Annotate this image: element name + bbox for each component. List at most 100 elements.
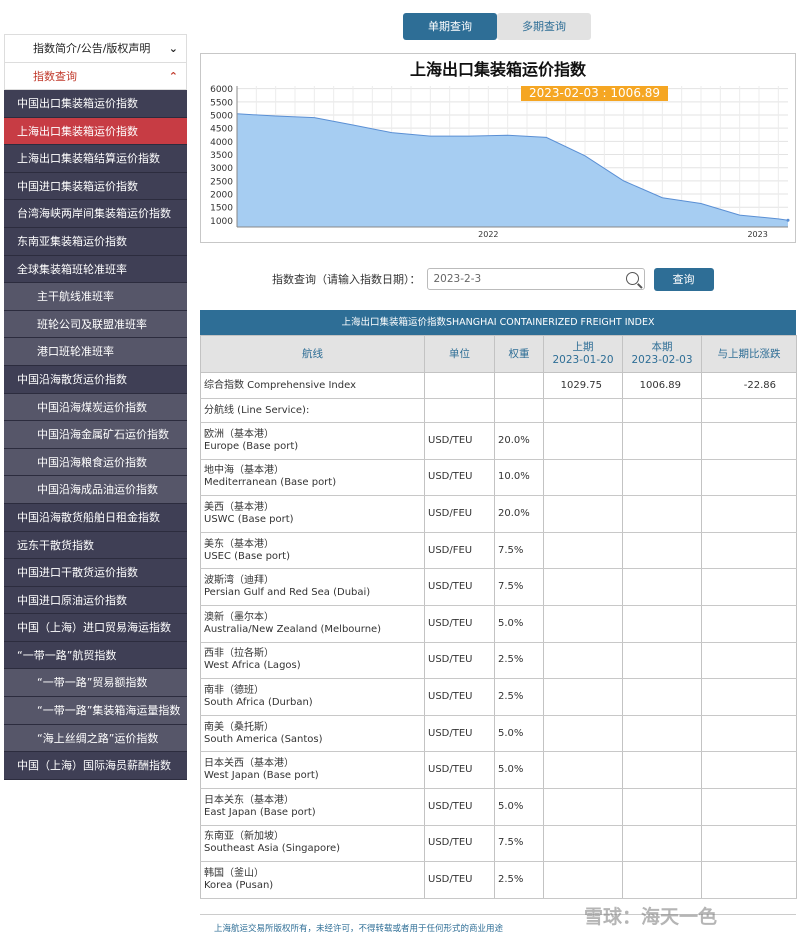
empty-cell	[622, 495, 702, 533]
empty-cell	[701, 532, 797, 570]
sidebar-item-11[interactable]: 中国沿海煤炭运价指数	[4, 393, 187, 422]
route-en: USWC (Base port)	[204, 513, 294, 525]
sidebar-item-7[interactable]: 主干航线准班率	[4, 283, 187, 311]
route-cell: 日本关西（基本港） West Japan (Base port)	[200, 751, 425, 789]
header-current-date: 2023-02-03	[631, 354, 693, 366]
sidebar-item-24[interactable]: 中国（上海）国际海员薪酬指数	[4, 752, 187, 780]
empty-cell	[622, 861, 702, 899]
route-cn: 欧洲（基本港）	[204, 428, 274, 440]
sidebar-item-15[interactable]: 中国沿海散货船舶日租金指数	[4, 503, 187, 532]
sidebar-item-8[interactable]: 班轮公司及联盟准班率	[4, 310, 187, 339]
sidebar-item-1[interactable]: 上海出口集装箱运价指数	[4, 117, 187, 146]
route-en: Mediterranean (Base port)	[204, 477, 337, 489]
search-icon[interactable]	[625, 272, 639, 285]
sidebar-item-22[interactable]: “一带一路”集装箱海运量指数	[4, 697, 187, 725]
route-cn: 日本关西（基本港）	[204, 758, 294, 770]
empty-cell	[543, 751, 623, 789]
y-tick-label: 1500	[210, 204, 233, 214]
empty-cell	[543, 861, 623, 899]
chart-plot[interactable]: 1000 1500 2000 2500 3000 3500 4000 4500 5000 5500…	[201, 54, 797, 244]
route-cell: 澳新（墨尔本） Australia/New Zealand (Melbourne)	[200, 605, 425, 643]
sidebar-item-5[interactable]: 东南亚集装箱运价指数	[4, 227, 187, 256]
sidebar-item-2[interactable]: 上海出口集装箱结算运价指数	[4, 145, 187, 173]
sidebar-item-10[interactable]: 中国沿海散货运价指数	[4, 365, 187, 394]
data-point-current	[786, 218, 790, 222]
table-row: 美东（基本港） USEC (Base port) USD/FEU 7.5%	[200, 532, 797, 570]
index-chart: 上海出口集装箱运价指数 1000 1500 2000 2500 3000 3500 4000…	[200, 53, 796, 243]
sidebar-item-label: 指数查询	[33, 70, 77, 83]
empty-cell	[701, 715, 797, 753]
empty-cell	[622, 751, 702, 789]
sidebar-item-17[interactable]: 中国进口干散货运价指数	[4, 559, 187, 587]
route-cn: 地中海（基本港）	[204, 465, 284, 477]
watermark: 雪球：海天一色	[584, 906, 718, 928]
query-button[interactable]: 查询	[653, 267, 714, 291]
unit-cell: USD/TEU	[424, 459, 495, 497]
unit-cell: USD/FEU	[424, 532, 495, 570]
sidebar-item-21[interactable]: “一带一路”贸易额指数	[4, 669, 187, 698]
unit-cell: USD/TEU	[424, 788, 495, 826]
query-mode-tabs: 单期查询 多期查询	[403, 13, 591, 40]
header-current-label: 本期	[651, 341, 673, 353]
empty-cell	[622, 715, 702, 753]
unit-cell: USD/TEU	[424, 678, 495, 716]
y-tick-label: 4000	[210, 138, 233, 148]
sidebar-item-20[interactable]: “一带一路”航贸指数	[4, 641, 187, 670]
tab-single-period[interactable]: 单期查询	[403, 13, 497, 40]
weight-cell: 2.5%	[494, 861, 544, 899]
sidebar-item-13[interactable]: 中国沿海粮食运价指数	[4, 448, 187, 477]
freight-index-table-wrap: 上海出口集装箱运价指数SHANGHAI CONTAINERIZED FREIGH…	[200, 310, 797, 899]
route-cell: 美西（基本港） USWC (Base port)	[200, 495, 425, 533]
route-cell: 波斯湾（迪拜） Persian Gulf and Red Sea (Dubai)	[200, 568, 425, 606]
sidebar-item-intro[interactable]: 指数简介/公告/版权声明 ⌄	[4, 34, 187, 62]
x-tick-label: 2023	[747, 230, 767, 239]
sidebar-item-0[interactable]: 中国出口集装箱运价指数	[4, 90, 187, 118]
empty-cell	[543, 788, 623, 826]
empty-cell	[701, 678, 797, 716]
sidebar-item-16[interactable]: 远东干散货指数	[4, 531, 187, 560]
empty-cell	[622, 678, 702, 716]
route-cn: 日本关东（基本港）	[204, 794, 294, 806]
route-en: Australia/New Zealand (Melbourne)	[204, 623, 382, 635]
y-tick-label: 3500	[210, 151, 233, 161]
y-tick-label: 3000	[210, 164, 233, 174]
route-cn: 南非（德班）	[204, 684, 264, 696]
sidebar-item-9[interactable]: 港口班轮准班率	[4, 338, 187, 366]
route-cell: 南非（德班） South Africa (Durban)	[200, 678, 425, 716]
empty-cell	[622, 642, 702, 680]
sidebar-item-4[interactable]: 台湾海峡两岸间集装箱运价指数	[4, 200, 187, 228]
copyright-text: 上海航运交易所版权所有，未经许可，不得转载或者用于任何形式的商业用途	[214, 924, 504, 934]
weight-cell: 2.5%	[494, 642, 544, 680]
unit-cell: USD/TEU	[424, 568, 495, 606]
date-input[interactable]: 2023-2-3	[426, 268, 645, 290]
empty-cell	[543, 422, 623, 460]
route-cn: 澳新（墨尔本）	[204, 611, 274, 623]
empty-cell	[622, 825, 702, 863]
section-label: 分航线 (Line Service):	[200, 398, 425, 423]
query-label: 指数查询（请输入指数日期）：	[272, 273, 421, 286]
table-row-composite: 综合指数 Comprehensive Index 1029.75 1006.89…	[200, 372, 797, 399]
sidebar-item-6[interactable]: 全球集装箱班轮准班率	[4, 255, 187, 284]
table-row: 美西（基本港） USWC (Base port) USD/FEU 20.0%	[200, 495, 797, 533]
empty-cell	[701, 788, 797, 826]
sidebar-item-19[interactable]: 中国（上海）进口贸易海运指数	[4, 614, 187, 642]
sidebar-item-23[interactable]: “海上丝绸之路”运价指数	[4, 724, 187, 753]
route-en: Europe (Base port)	[204, 440, 299, 452]
tab-multi-period[interactable]: 多期查询	[497, 13, 591, 40]
sidebar-item-12[interactable]: 中国沿海金属矿石运价指数	[4, 421, 187, 449]
sidebar-item-18[interactable]: 中国进口原油运价指数	[4, 586, 187, 615]
weight-cell: 5.0%	[494, 715, 544, 753]
weight-cell: 5.0%	[494, 605, 544, 643]
unit-cell: USD/TEU	[424, 642, 495, 680]
chevron-down-icon: ⌄	[168, 42, 178, 55]
unit-cell: USD/TEU	[424, 605, 495, 643]
route-cell: 南美（桑托斯） South America (Santos)	[200, 715, 425, 753]
route-cn: 美东（基本港）	[204, 538, 274, 550]
header-unit: 单位	[424, 335, 495, 373]
sidebar-item-index-query[interactable]: 指数查询 ⌃	[4, 62, 187, 90]
sidebar-item-14[interactable]: 中国沿海成品油运价指数	[4, 476, 187, 504]
table-row: 欧洲（基本港） Europe (Base port) USD/TEU 20.0%	[200, 422, 797, 460]
route-en: West Japan (Base port)	[204, 770, 319, 782]
sidebar-item-3[interactable]: 中国进口集装箱运价指数	[4, 172, 187, 201]
empty-cell	[701, 568, 797, 606]
